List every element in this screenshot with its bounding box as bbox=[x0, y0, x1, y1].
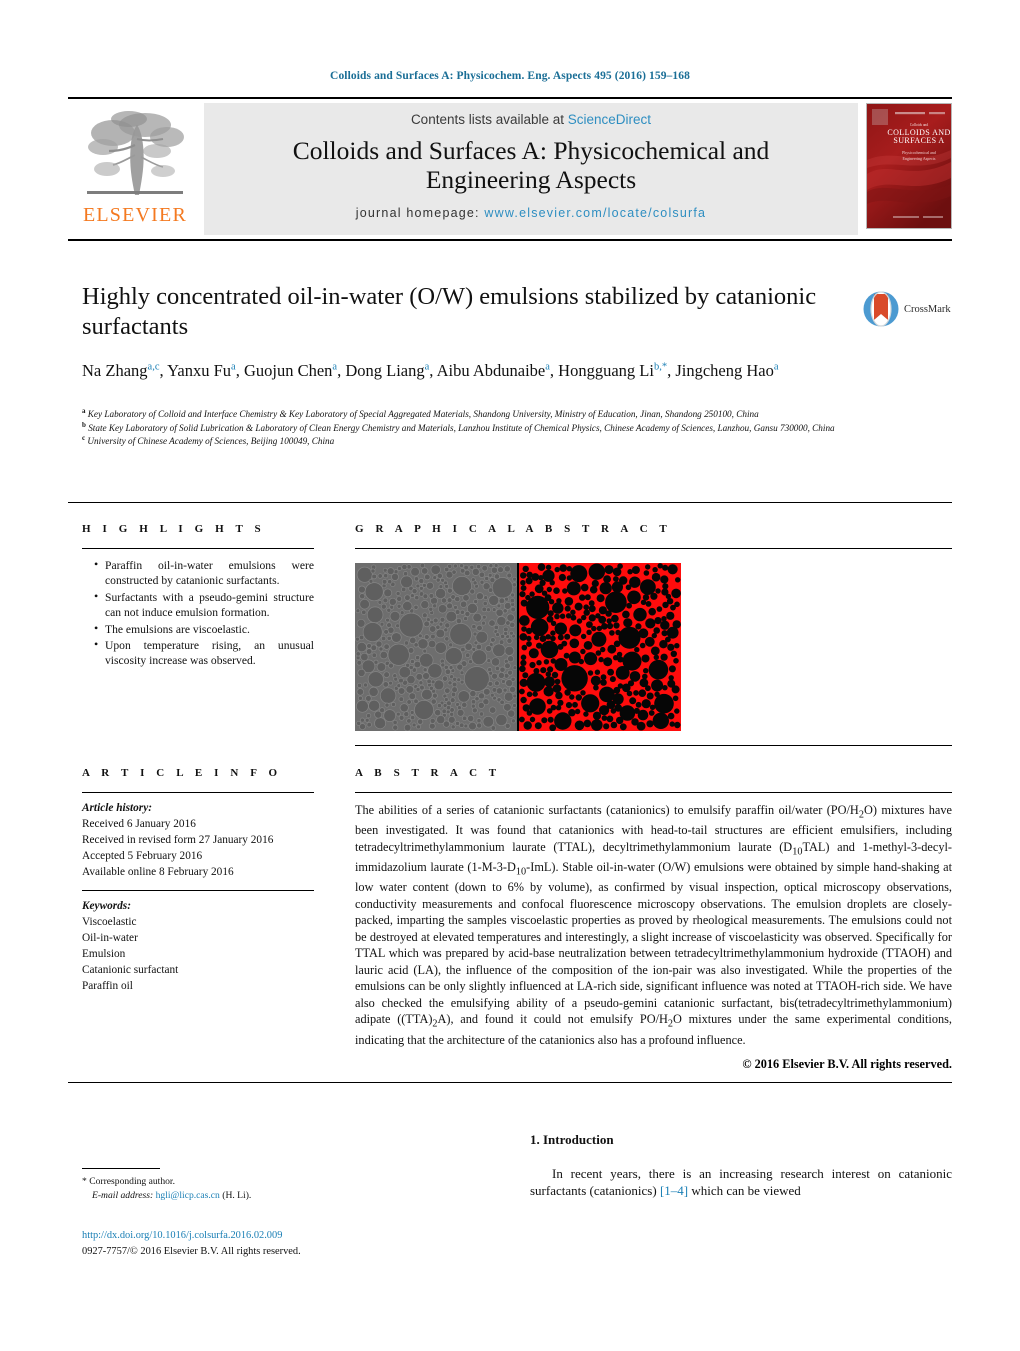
contents-lists-line: Contents lists available at ScienceDirec… bbox=[411, 112, 651, 127]
abstract-paragraph: The abilities of a series of catanionic … bbox=[355, 803, 952, 1047]
introduction-paragraph: In recent years, there is an increasing … bbox=[530, 1165, 952, 1200]
running-head: Colloids and Surfaces A: Physicochem. En… bbox=[330, 70, 690, 82]
abstract-heading: A B S T R A C T bbox=[355, 767, 501, 779]
crossmark-badge[interactable]: CrossMark bbox=[862, 288, 962, 330]
email-suffix: (H. Li). bbox=[222, 1190, 252, 1202]
journal-masthead: ELSEVIER Contents lists available at Sci… bbox=[68, 97, 952, 241]
highlight-item: The emulsions are viscoelastic. bbox=[94, 621, 314, 637]
keywords-block: Keywords: Viscoelastic Oil-in-water Emulsio… bbox=[82, 891, 314, 994]
elsevier-wordmark: ELSEVIER bbox=[82, 204, 188, 226]
highlight-item: Upon temperature rising, an unusual visc… bbox=[94, 637, 314, 669]
graphical-abstract-rule bbox=[355, 548, 952, 549]
affiliation-item: a Key Laboratory of Colloid and Interfac… bbox=[82, 406, 759, 419]
author-name: Yanxu Fu bbox=[167, 360, 232, 380]
svg-text:Physicochemical and: Physicochemical and bbox=[902, 150, 936, 155]
keyword-item: Viscoelastic bbox=[82, 916, 137, 929]
abstract-text: The abilities of a series of catanionic … bbox=[355, 793, 952, 1048]
introduction-section: 1. Introduction In recent years, there i… bbox=[530, 1132, 952, 1213]
keyword-item: Emulsion bbox=[82, 948, 126, 961]
article-history-item: Accepted 5 February 2016 bbox=[82, 850, 203, 863]
author-name: Jingcheng Hao bbox=[675, 360, 774, 380]
footnote-rule bbox=[82, 1168, 160, 1169]
author-name: Na Zhang bbox=[82, 360, 148, 380]
svg-text:SURFACES A: SURFACES A bbox=[893, 136, 944, 145]
title-block: Highly concentrated oil-in-water (O/W) e… bbox=[82, 282, 842, 383]
author-name: Guojun Chen bbox=[243, 360, 333, 380]
article-info-heading: A R T I C L E I N F O bbox=[82, 767, 282, 779]
email-label: E-mail address: bbox=[92, 1190, 154, 1202]
doi-block: http://dx.doi.org/10.1016/j.colsurfa.201… bbox=[82, 1228, 442, 1259]
optical-micrograph-panel bbox=[355, 563, 517, 731]
affiliation-item: b State Key Laboratory of Solid Lubricat… bbox=[82, 420, 835, 433]
author-affiliation-mark: a bbox=[332, 361, 338, 373]
elsevier-tree-icon bbox=[87, 111, 184, 195]
highlight-item: Surfactants with a pseudo-gemini structu… bbox=[94, 589, 314, 621]
author-name: Dong Liang bbox=[345, 360, 425, 380]
highlights-section: H I G H L I G H T S Paraffin oil-in-wate… bbox=[82, 523, 314, 670]
journal-title-line2: Engineering Aspects bbox=[425, 165, 637, 195]
article-first-page: Colloids and Surfaces A: Physicochem. En… bbox=[0, 0, 1020, 1351]
affiliation-item: c University of Chinese Academy of Scien… bbox=[82, 434, 335, 447]
email-link[interactable]: hgli@licp.cas.cn bbox=[156, 1190, 220, 1201]
reference-link-1-4[interactable]: [1–4] bbox=[660, 1183, 688, 1198]
journal-cover-thumbnail: Colloids and COLLOIDS AND SURFACES A Phy… bbox=[866, 103, 952, 229]
author-affiliation-mark: a,c bbox=[147, 361, 160, 373]
corresponding-author-note: * Corresponding author. bbox=[82, 1176, 175, 1187]
article-history-label: Article history: bbox=[82, 802, 152, 814]
article-history-item: Received in revised form 27 January 2016 bbox=[82, 834, 274, 847]
article-history-item: Available online 8 February 2016 bbox=[82, 866, 234, 879]
journal-title: Colloids and Surfaces A: Physicochemical… bbox=[293, 136, 770, 194]
issn-line: 0927-7757/© 2016 Elsevier B.V. All right… bbox=[82, 1245, 301, 1257]
author-affiliation-mark: a bbox=[424, 361, 430, 373]
article-history: Article history: Received 6 January 2016 R… bbox=[82, 793, 314, 880]
sciencedirect-link[interactable]: ScienceDirect bbox=[568, 112, 651, 127]
affiliation-list: a Key Laboratory of Colloid and Interfac… bbox=[82, 406, 872, 449]
journal-band: Contents lists available at ScienceDirec… bbox=[204, 103, 858, 235]
keyword-item: Paraffin oil bbox=[82, 980, 133, 993]
keyword-item: Catanionic surfactant bbox=[82, 964, 179, 977]
graphical-abstract-bottom-rule bbox=[355, 745, 952, 746]
keywords-label: Keywords: bbox=[82, 900, 131, 913]
svg-text:Engineering Aspects: Engineering Aspects bbox=[903, 156, 936, 161]
author-affiliation-mark: b,* bbox=[653, 361, 668, 373]
graphical-abstract-heading: G R A P H I C A L A B S T R A C T bbox=[355, 523, 672, 535]
author-list: Na Zhanga,c, Yanxu Fua, Guojun Chena, Do… bbox=[82, 360, 779, 380]
highlight-item: Paraffin oil-in-water emulsions were con… bbox=[94, 557, 314, 589]
article-info-section: A R T I C L E I N F O Article history: Re… bbox=[82, 767, 314, 994]
highlights-list: Paraffin oil-in-water emulsions were con… bbox=[82, 549, 314, 669]
journal-homepage-link[interactable]: www.elsevier.com/locate/colsurfa bbox=[484, 206, 706, 220]
section-divider-bottom bbox=[68, 1082, 952, 1083]
author-affiliation-mark: a bbox=[773, 361, 779, 373]
author-name: Hongguang Li bbox=[558, 360, 654, 380]
section-divider-top bbox=[68, 502, 952, 503]
email-note: E-mail address: hgli@licp.cas.cn (H. Li)… bbox=[82, 1189, 412, 1203]
author-name: Aibu Abdunaibe bbox=[436, 360, 546, 380]
intro-text-after: which can be viewed bbox=[688, 1183, 801, 1199]
author-affiliation-mark: a bbox=[545, 361, 550, 373]
page-title: Highly concentrated oil-in-water (O/W) e… bbox=[82, 283, 817, 340]
abstract-copyright: © 2016 Elsevier B.V. All rights reserved… bbox=[742, 1057, 952, 1072]
doi-link[interactable]: http://dx.doi.org/10.1016/j.colsurfa.201… bbox=[82, 1228, 442, 1244]
confocal-fluorescence-panel bbox=[519, 563, 681, 731]
confocal-fluorescence-image bbox=[519, 563, 681, 731]
svg-text:Colloids and: Colloids and bbox=[910, 123, 928, 127]
contents-prefix: Contents lists available at bbox=[410, 112, 568, 127]
graphical-abstract-figure bbox=[355, 563, 681, 731]
elsevier-logo: ELSEVIER bbox=[68, 103, 202, 235]
graphical-abstract-section: G R A P H I C A L A B S T R A C T bbox=[355, 523, 952, 746]
journal-homepage-line: journal homepage: www.elsevier.com/locat… bbox=[356, 206, 706, 220]
footnote-block: * Corresponding author. E-mail address: … bbox=[82, 1175, 412, 1204]
keyword-item: Oil-in-water bbox=[82, 932, 138, 945]
journal-cover-art: Colloids and COLLOIDS AND SURFACES A Phy… bbox=[867, 104, 951, 228]
homepage-prefix: journal homepage: bbox=[355, 206, 485, 221]
author-affiliation-mark: a bbox=[231, 361, 236, 373]
introduction-heading: 1. Introduction bbox=[530, 1132, 614, 1147]
journal-title-line1: Colloids and Surfaces A: Physicochemical… bbox=[292, 136, 770, 165]
article-history-item: Received 6 January 2016 bbox=[82, 818, 196, 831]
crossmark-label: CrossMark bbox=[904, 303, 951, 315]
crossmark-icon bbox=[863, 291, 899, 327]
abstract-section: A B S T R A C T The abilities of a serie… bbox=[355, 767, 952, 1072]
highlights-heading: H I G H L I G H T S bbox=[82, 523, 266, 535]
optical-micrograph-image bbox=[355, 563, 517, 731]
